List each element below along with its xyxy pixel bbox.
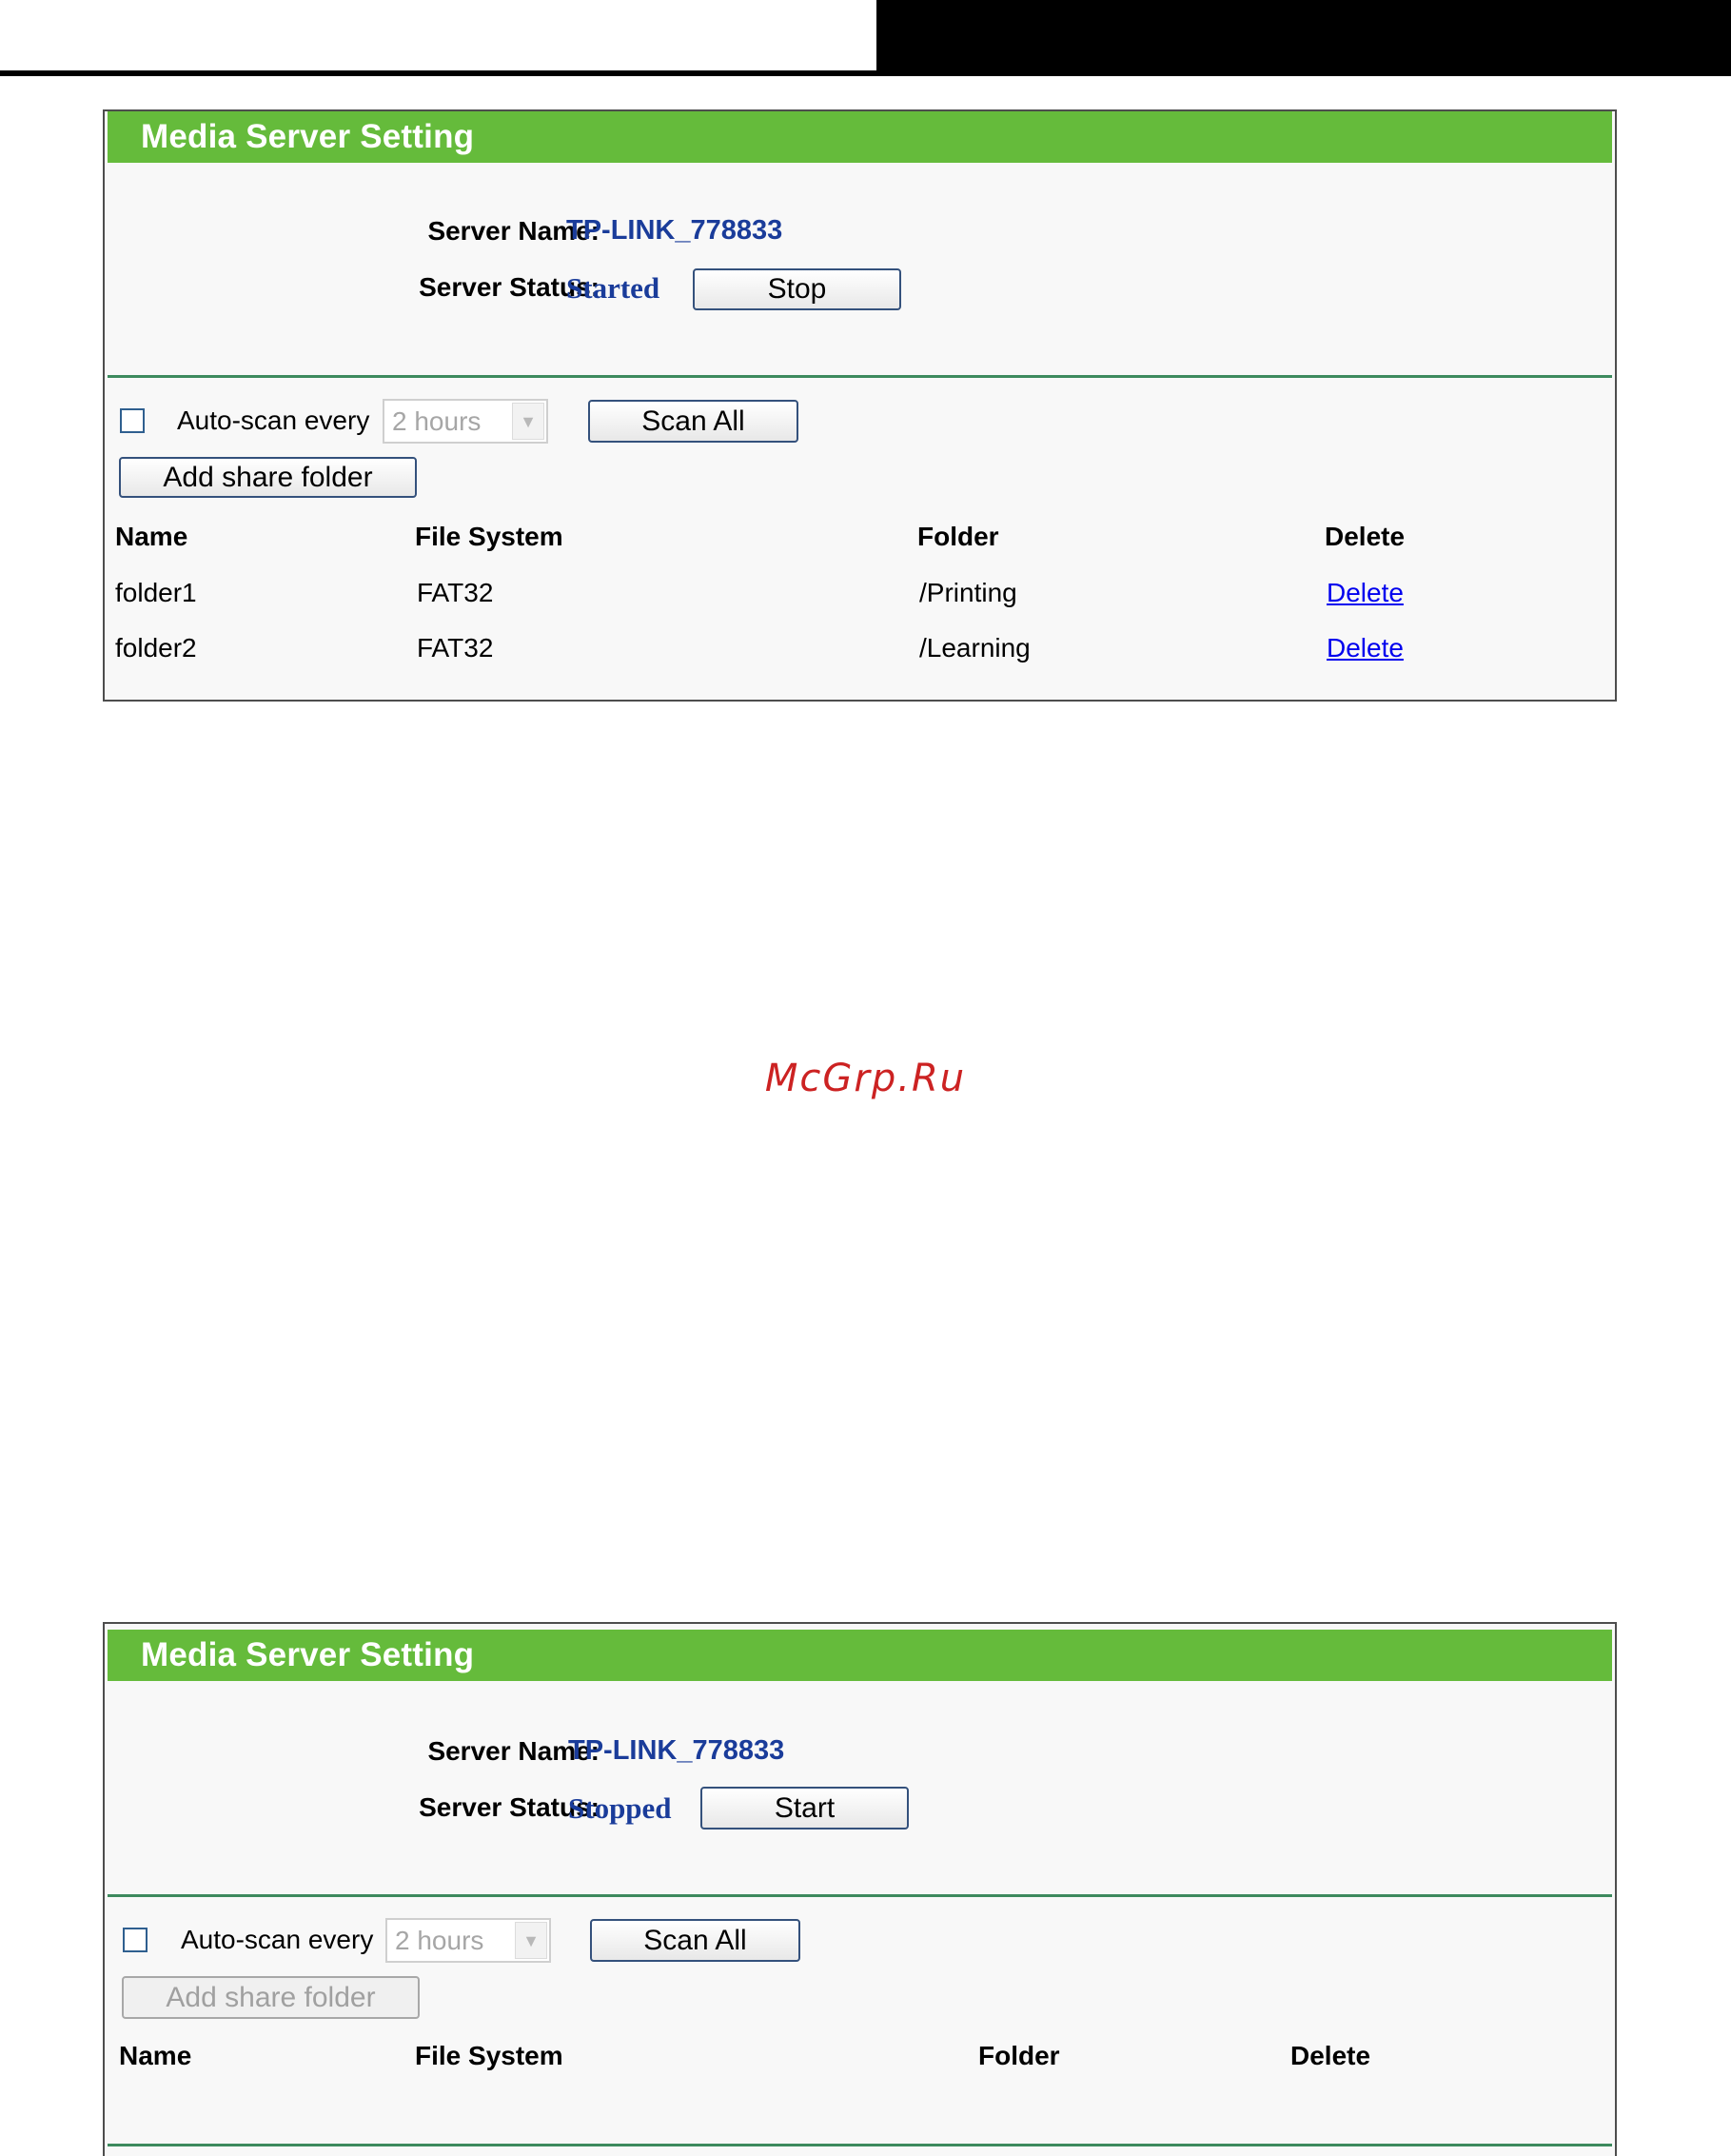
scan-interval-value: 2 hours bbox=[392, 406, 482, 436]
section-separator bbox=[108, 1894, 1612, 1897]
panel-title: Media Server Setting bbox=[108, 1630, 1612, 1681]
row-name: folder2 bbox=[115, 633, 197, 663]
row-file-system: FAT32 bbox=[417, 633, 494, 663]
column-header-delete: Delete bbox=[1290, 2041, 1371, 2070]
auto-scan-checkbox[interactable] bbox=[123, 1928, 148, 1952]
start-server-button[interactable]: Start bbox=[700, 1787, 909, 1830]
server-status-label: Server Status: bbox=[419, 1792, 600, 1822]
server-name-label: Server Name: bbox=[427, 1736, 600, 1766]
server-status-value: Stopped bbox=[568, 1791, 672, 1825]
auto-scan-label: Auto-scan every bbox=[177, 405, 370, 435]
server-name-value: TP-LINK_778833 bbox=[566, 215, 783, 246]
scan-interval-select[interactable]: 2 hours ▼ bbox=[383, 399, 548, 444]
column-header-delete: Delete bbox=[1325, 522, 1406, 551]
media-server-panel-started: Media Server Setting Server Name: TP-LIN… bbox=[103, 109, 1617, 702]
media-server-panel-stopped: Media Server Setting Server Name: TP-LIN… bbox=[103, 1622, 1617, 2156]
row-file-system: FAT32 bbox=[417, 578, 494, 607]
add-share-folder-button[interactable]: Add share folder bbox=[122, 1976, 420, 2019]
delete-link[interactable]: Delete bbox=[1327, 633, 1404, 663]
server-name-label: Server Name: bbox=[427, 216, 600, 246]
row-folder: /Learning bbox=[919, 633, 1031, 663]
scan-interval-select[interactable]: 2 hours ▼ bbox=[385, 1918, 551, 1963]
row-name: folder1 bbox=[115, 578, 197, 607]
column-header-name: Name bbox=[115, 522, 188, 551]
column-header-file-system: File System bbox=[415, 522, 563, 551]
scan-all-button[interactable]: Scan All bbox=[588, 400, 798, 443]
column-header-name: Name bbox=[119, 2041, 192, 2070]
header-bar-black-block bbox=[876, 0, 1731, 70]
server-status-value: Started bbox=[566, 271, 660, 305]
server-status-label: Server Status: bbox=[419, 272, 600, 302]
chevron-down-icon[interactable]: ▼ bbox=[515, 1922, 547, 1959]
scan-interval-value: 2 hours bbox=[395, 1926, 484, 1955]
section-separator bbox=[108, 2144, 1612, 2146]
row-folder: /Printing bbox=[919, 578, 1017, 607]
delete-link[interactable]: Delete bbox=[1327, 578, 1404, 608]
header-rule bbox=[0, 70, 1731, 76]
stop-server-button[interactable]: Stop bbox=[693, 268, 901, 310]
auto-scan-label: Auto-scan every bbox=[181, 1925, 374, 1954]
server-name-value: TP-LINK_778833 bbox=[568, 1735, 785, 1766]
column-header-file-system: File System bbox=[415, 2041, 563, 2070]
panel-title: Media Server Setting bbox=[108, 111, 1612, 163]
chevron-down-icon[interactable]: ▼ bbox=[512, 403, 544, 440]
auto-scan-checkbox[interactable] bbox=[120, 408, 145, 433]
add-share-folder-button[interactable]: Add share folder bbox=[119, 457, 417, 498]
scan-all-button[interactable]: Scan All bbox=[590, 1919, 800, 1962]
column-header-folder: Folder bbox=[978, 2041, 1060, 2070]
watermark: McGrp.Ru bbox=[764, 1057, 967, 1100]
section-separator bbox=[108, 375, 1612, 378]
column-header-folder: Folder bbox=[917, 522, 999, 551]
